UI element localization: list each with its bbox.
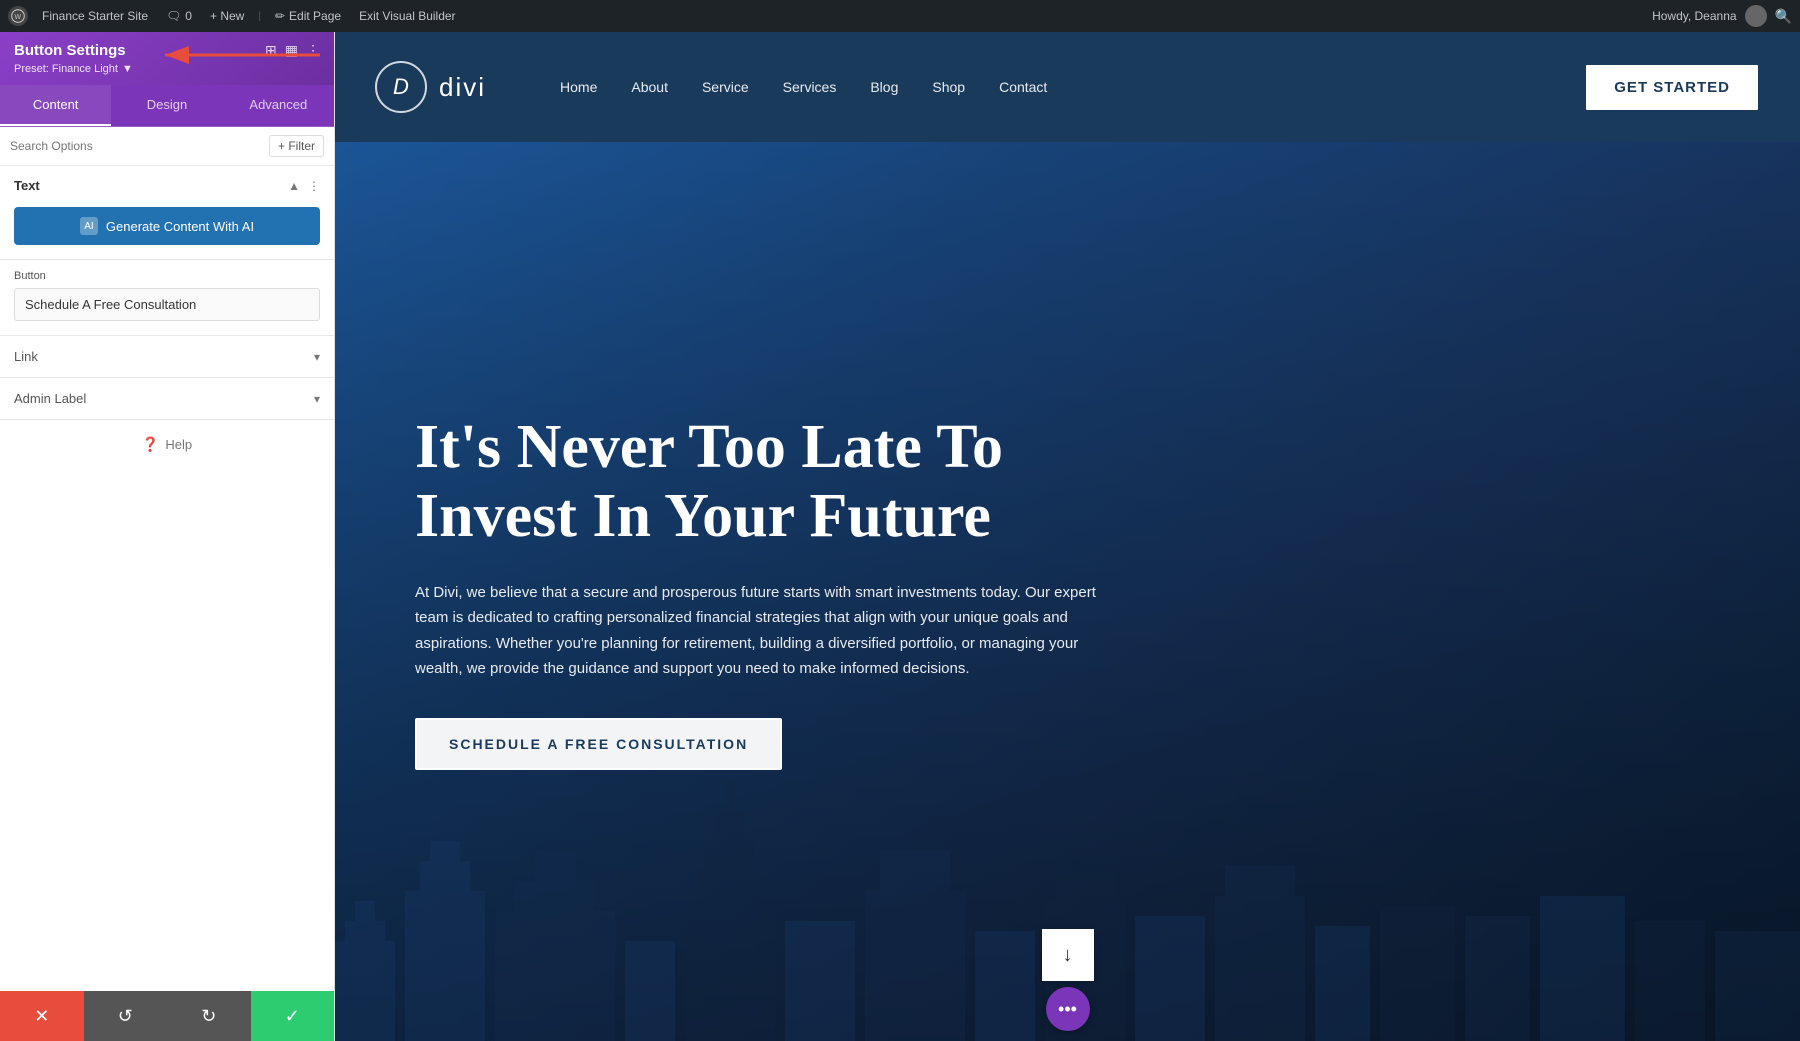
text-section: Text ▲ ⋮ AI Generate Content With AI bbox=[0, 166, 334, 260]
help-icon: ❓ bbox=[142, 436, 159, 453]
button-field-label: Button bbox=[14, 270, 320, 282]
search-bar: + Filter bbox=[0, 127, 334, 166]
fullscreen-icon[interactable]: ⊞ bbox=[265, 42, 277, 59]
filter-button[interactable]: + Filter bbox=[269, 135, 324, 157]
panel-header-top: Button Settings ⊞ ▦ ⋮ bbox=[14, 42, 320, 59]
text-section-header[interactable]: Text ▲ ⋮ bbox=[0, 166, 334, 205]
panel-header-icons: ⊞ ▦ ⋮ bbox=[265, 42, 320, 59]
ai-button-label: Generate Content With AI bbox=[106, 219, 254, 234]
nav-contact[interactable]: Contact bbox=[985, 71, 1061, 103]
svg-text:W: W bbox=[15, 14, 22, 21]
preset-label[interactable]: Preset: Finance Light ▼ bbox=[14, 63, 320, 75]
button-input-area: Button bbox=[0, 260, 334, 335]
nav-services[interactable]: Services bbox=[769, 71, 851, 103]
text-section-controls: ▲ ⋮ bbox=[288, 179, 320, 193]
save-button[interactable]: ✓ bbox=[251, 991, 335, 1041]
text-section-collapse-icon[interactable]: ▲ bbox=[288, 179, 300, 193]
more-icon[interactable]: ⋮ bbox=[306, 42, 320, 59]
help-area: ❓ Help bbox=[0, 420, 334, 469]
floating-dots-button[interactable]: ••• bbox=[1046, 987, 1090, 1031]
panel-header: Button Settings ⊞ ▦ ⋮ Preset: Finance Li… bbox=[0, 32, 334, 85]
search-input[interactable] bbox=[10, 139, 263, 153]
exit-builder-link[interactable]: Exit Visual Builder bbox=[355, 9, 460, 23]
admin-bar: W Finance Starter Site 🗨 0 + New | ✏ Edi… bbox=[0, 0, 1800, 32]
new-link[interactable]: + New bbox=[206, 9, 248, 23]
hero-content: It's Never Too Late To Invest In Your Fu… bbox=[335, 142, 1235, 1041]
nav-about[interactable]: About bbox=[617, 71, 682, 103]
separator: | bbox=[258, 11, 261, 22]
hero-title: It's Never Too Late To Invest In Your Fu… bbox=[415, 413, 1155, 549]
howdy-text: Howdy, Deanna bbox=[1652, 9, 1737, 23]
admin-label-section: Admin Label ▾ bbox=[0, 378, 334, 420]
hero-cta-button[interactable]: SCHEDULE A FREE CONSULTATION bbox=[415, 718, 782, 770]
undo-button[interactable]: ↺ bbox=[84, 991, 168, 1041]
scroll-down-button[interactable]: ↓ bbox=[1042, 929, 1094, 981]
site-name-link[interactable]: Finance Starter Site bbox=[38, 9, 152, 23]
generate-ai-button[interactable]: AI Generate Content With AI bbox=[14, 207, 320, 245]
main-content: D divi Home About Service Services Blog … bbox=[335, 32, 1800, 1041]
button-section: Button bbox=[0, 260, 334, 336]
link-section-header[interactable]: Link ▾ bbox=[0, 336, 334, 377]
user-avatar[interactable] bbox=[1745, 5, 1767, 27]
site-logo: D divi bbox=[375, 61, 486, 113]
admin-label-chevron[interactable]: ▾ bbox=[314, 392, 320, 406]
link-section: Link ▾ bbox=[0, 336, 334, 378]
panel-title: Button Settings bbox=[14, 42, 126, 59]
tab-content[interactable]: Content bbox=[0, 85, 111, 126]
admin-label-section-title: Admin Label bbox=[14, 391, 86, 406]
link-section-title: Link bbox=[14, 349, 38, 364]
scroll-down-area: ↓ bbox=[1042, 929, 1094, 981]
help-link[interactable]: Help bbox=[165, 437, 192, 452]
link-section-chevron[interactable]: ▾ bbox=[314, 350, 320, 364]
wordpress-logo[interactable]: W bbox=[8, 6, 28, 26]
tab-advanced[interactable]: Advanced bbox=[223, 85, 334, 126]
get-started-button[interactable]: GET STARTED bbox=[1584, 63, 1760, 112]
nav-service[interactable]: Service bbox=[688, 71, 763, 103]
comments-link[interactable]: 🗨 0 bbox=[162, 9, 196, 23]
panel-content: Text ▲ ⋮ AI Generate Content With AI But… bbox=[0, 166, 334, 991]
hero-section: It's Never Too Late To Invest In Your Fu… bbox=[335, 142, 1800, 1041]
site-nav: Home About Service Services Blog Shop Co… bbox=[546, 71, 1584, 103]
bottom-bar: ✕ ↺ ↻ ✓ bbox=[0, 991, 334, 1041]
grid-icon[interactable]: ▦ bbox=[285, 42, 298, 59]
nav-shop[interactable]: Shop bbox=[918, 71, 979, 103]
nav-home[interactable]: Home bbox=[546, 71, 611, 103]
tab-design[interactable]: Design bbox=[111, 85, 222, 126]
redo-button[interactable]: ↻ bbox=[167, 991, 251, 1041]
main-layout: Button Settings ⊞ ▦ ⋮ Preset: Finance Li… bbox=[0, 32, 1800, 1041]
admin-bar-right: Howdy, Deanna 🔍 bbox=[1652, 5, 1792, 27]
ai-icon: AI bbox=[80, 217, 98, 235]
nav-blog[interactable]: Blog bbox=[856, 71, 912, 103]
panel-tabs: Content Design Advanced bbox=[0, 85, 334, 127]
cancel-button[interactable]: ✕ bbox=[0, 991, 84, 1041]
hero-description: At Divi, we believe that a secure and pr… bbox=[415, 580, 1115, 682]
edit-page-link[interactable]: ✏ Edit Page bbox=[271, 9, 345, 23]
admin-search-icon[interactable]: 🔍 bbox=[1775, 8, 1792, 25]
floating-dots-area: ••• bbox=[1046, 987, 1090, 1031]
logo-circle: D bbox=[375, 61, 427, 113]
logo-name: divi bbox=[439, 72, 486, 103]
settings-panel: Button Settings ⊞ ▦ ⋮ Preset: Finance Li… bbox=[0, 32, 335, 1041]
admin-label-section-header[interactable]: Admin Label ▾ bbox=[0, 378, 334, 419]
admin-bar-left: W Finance Starter Site 🗨 0 + New | ✏ Edi… bbox=[8, 6, 1640, 26]
button-text-input[interactable] bbox=[14, 288, 320, 321]
text-section-more-icon[interactable]: ⋮ bbox=[308, 179, 320, 193]
text-section-title: Text bbox=[14, 178, 40, 193]
site-header: D divi Home About Service Services Blog … bbox=[335, 32, 1800, 142]
